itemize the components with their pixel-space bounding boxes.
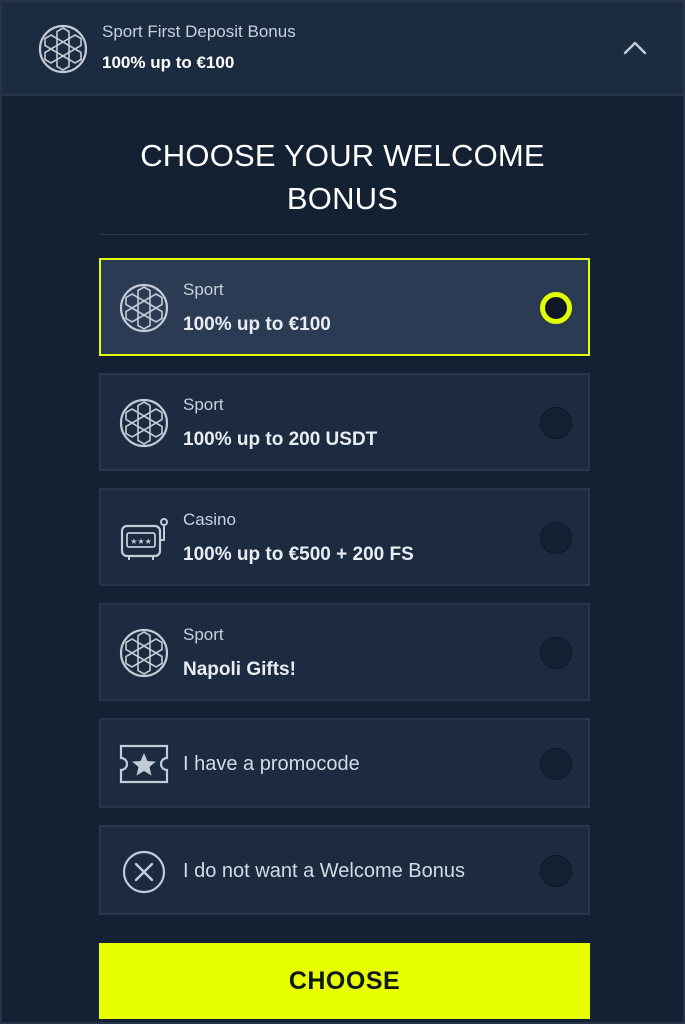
- divider: [99, 234, 589, 235]
- header[interactable]: Sport First Deposit Bonus 100% up to €10…: [2, 2, 683, 96]
- svg-text:★★★: ★★★: [130, 537, 152, 546]
- radio-unselected[interactable]: [540, 407, 572, 439]
- soccer-ball-icon: [38, 24, 88, 74]
- radio-unselected[interactable]: [540, 748, 572, 780]
- page-title: CHOOSE YOUR WELCOME BONUS: [2, 134, 683, 220]
- bonus-option-napoli[interactable]: Sport Napoli Gifts!: [99, 603, 590, 701]
- soccer-ball-icon: [119, 283, 169, 333]
- radio-unselected[interactable]: [540, 522, 572, 554]
- option-description: 100% up to 200 USDT: [183, 429, 378, 450]
- choose-button[interactable]: CHOOSE: [99, 943, 590, 1019]
- bonus-option-sport-eur[interactable]: Sport 100% up to €100: [99, 258, 590, 356]
- page-title-line2: BONUS: [286, 181, 399, 216]
- radio-unselected[interactable]: [540, 855, 572, 887]
- close-circle-icon: [122, 850, 166, 894]
- header-subtitle: Sport First Deposit Bonus: [102, 22, 296, 41]
- header-title: 100% up to €100: [102, 53, 235, 72]
- option-label: I do not want a Welcome Bonus: [183, 860, 466, 882]
- option-description: Napoli Gifts!: [183, 659, 296, 680]
- radio-unselected[interactable]: [540, 637, 572, 669]
- ticket-star-icon: [119, 744, 169, 784]
- chevron-up-icon[interactable]: [621, 34, 649, 62]
- soccer-ball-icon: [119, 628, 169, 678]
- bonus-option-sport-usdt[interactable]: Sport 100% up to 200 USDT: [99, 373, 590, 471]
- option-description: 100% up to €100: [183, 314, 331, 335]
- option-category: Sport: [183, 280, 224, 299]
- soccer-ball-icon: [119, 398, 169, 448]
- bonus-panel: Sport First Deposit Bonus 100% up to €10…: [0, 0, 685, 1024]
- option-label: I have a promocode: [183, 753, 360, 775]
- radio-selected[interactable]: [540, 292, 572, 324]
- bonus-option-casino[interactable]: ★★★ Casino 100% up to €500 + 200 FS: [99, 488, 590, 586]
- option-category: Casino: [183, 510, 236, 529]
- bonus-option-promocode[interactable]: I have a promocode: [99, 718, 590, 808]
- page-title-line1: CHOOSE YOUR WELCOME: [140, 138, 545, 173]
- option-description: 100% up to €500 + 200 FS: [183, 544, 414, 565]
- option-category: Sport: [183, 395, 224, 414]
- option-category: Sport: [183, 625, 224, 644]
- bonus-option-none[interactable]: I do not want a Welcome Bonus: [99, 825, 590, 915]
- slot-machine-icon: ★★★: [120, 518, 168, 560]
